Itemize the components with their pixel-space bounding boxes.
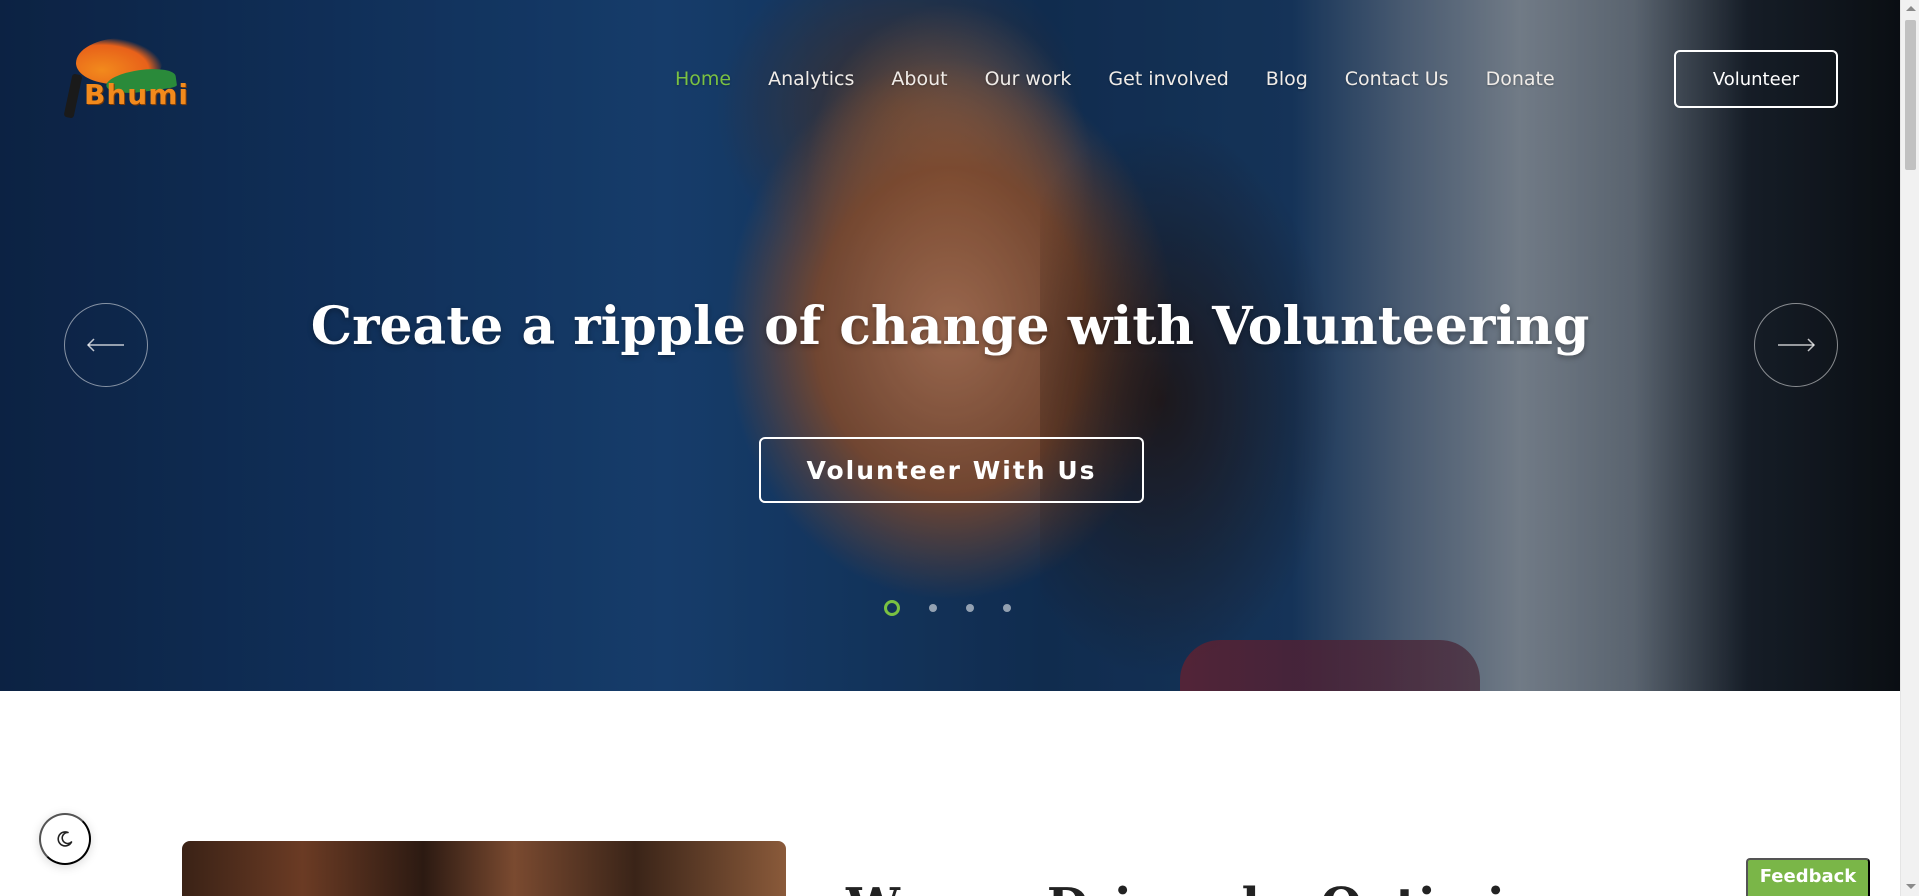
nav-our-work[interactable]: Our work bbox=[985, 64, 1072, 94]
scroll-thumb[interactable] bbox=[1905, 20, 1916, 170]
page-scrollbar[interactable] bbox=[1900, 0, 1919, 896]
scroll-up-icon[interactable] bbox=[1906, 6, 1916, 11]
hero-title: Create a ripple of change with Volunteer… bbox=[310, 296, 1590, 357]
slider-dots bbox=[884, 600, 1040, 616]
moon-icon bbox=[57, 831, 73, 847]
site-logo[interactable]: Bhumi bbox=[62, 36, 188, 120]
nav-about[interactable]: About bbox=[891, 64, 947, 94]
hero-slider: Bhumi Home Analytics About Our work Get … bbox=[0, 0, 1900, 691]
nav-donate[interactable]: Donate bbox=[1486, 64, 1555, 94]
slider-dot-1[interactable] bbox=[884, 600, 900, 616]
nav-get-involved[interactable]: Get involved bbox=[1108, 64, 1228, 94]
volunteer-with-us-button[interactable]: Volunteer With Us bbox=[759, 437, 1144, 503]
feedback-button[interactable]: Feedback bbox=[1746, 858, 1870, 896]
slider-dot-4[interactable] bbox=[1003, 604, 1011, 612]
theme-toggle-button[interactable] bbox=[39, 813, 91, 865]
nav-home[interactable]: Home bbox=[675, 64, 731, 94]
slider-dot-3[interactable] bbox=[966, 604, 974, 612]
nav-blog[interactable]: Blog bbox=[1266, 64, 1308, 94]
section-title: We are Driven by Optimism bbox=[846, 878, 1583, 896]
main-nav: Home Analytics About Our work Get involv… bbox=[675, 64, 1592, 94]
slider-dot-2[interactable] bbox=[929, 604, 937, 612]
logo-wordmark: Bhumi bbox=[84, 78, 189, 111]
section-photo bbox=[182, 841, 786, 896]
volunteer-button[interactable]: Volunteer bbox=[1674, 50, 1838, 108]
scroll-down-icon[interactable] bbox=[1906, 884, 1916, 889]
nav-analytics[interactable]: Analytics bbox=[768, 64, 854, 94]
logo-torch bbox=[63, 73, 83, 119]
nav-contact-us[interactable]: Contact Us bbox=[1345, 64, 1449, 94]
